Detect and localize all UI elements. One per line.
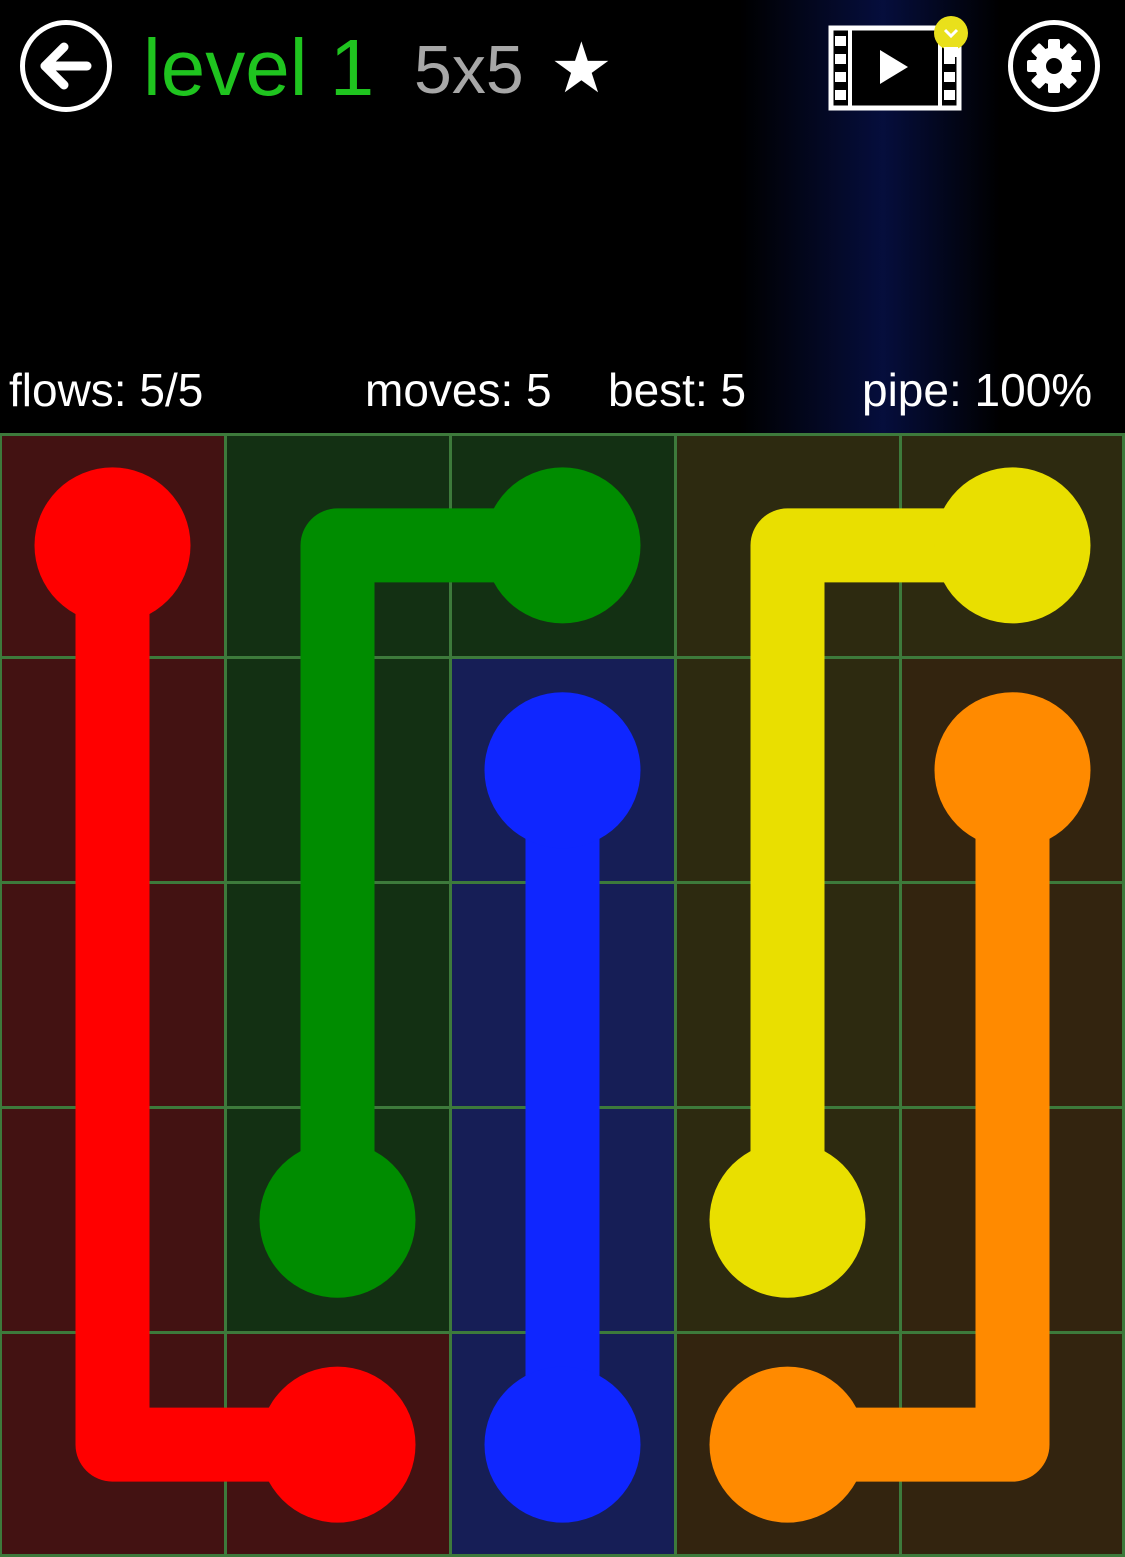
- flows-counter: flows: 5/5: [9, 364, 204, 416]
- gear-icon: [1027, 39, 1081, 93]
- dot-orange[interactable]: [934, 692, 1091, 849]
- star-icon: ★: [550, 29, 613, 107]
- level-title: level 1: [143, 23, 375, 112]
- best-score: best: 5: [608, 364, 747, 416]
- dot-red[interactable]: [34, 467, 191, 624]
- dot-blue[interactable]: [484, 692, 641, 849]
- dot-green[interactable]: [259, 1141, 416, 1298]
- pipe-percentage: pipe: 100%: [862, 364, 1093, 416]
- game-board[interactable]: [0, 433, 1125, 1557]
- dot-blue[interactable]: [484, 1366, 641, 1523]
- settings-button[interactable]: [1008, 20, 1100, 112]
- board-size-label: 5x5: [414, 32, 524, 108]
- dot-yellow[interactable]: [709, 1141, 866, 1298]
- dot-red[interactable]: [259, 1366, 416, 1523]
- moves-counter: moves: 5: [365, 364, 552, 416]
- flows-layer: [34, 467, 1091, 1523]
- back-button[interactable]: [20, 20, 112, 112]
- dot-orange[interactable]: [709, 1366, 866, 1523]
- dot-green[interactable]: [484, 467, 641, 624]
- back-arrow-icon: [40, 42, 92, 90]
- dot-yellow[interactable]: [934, 467, 1091, 624]
- video-hint-button[interactable]: [828, 14, 973, 114]
- video-hint-icon: [828, 16, 968, 111]
